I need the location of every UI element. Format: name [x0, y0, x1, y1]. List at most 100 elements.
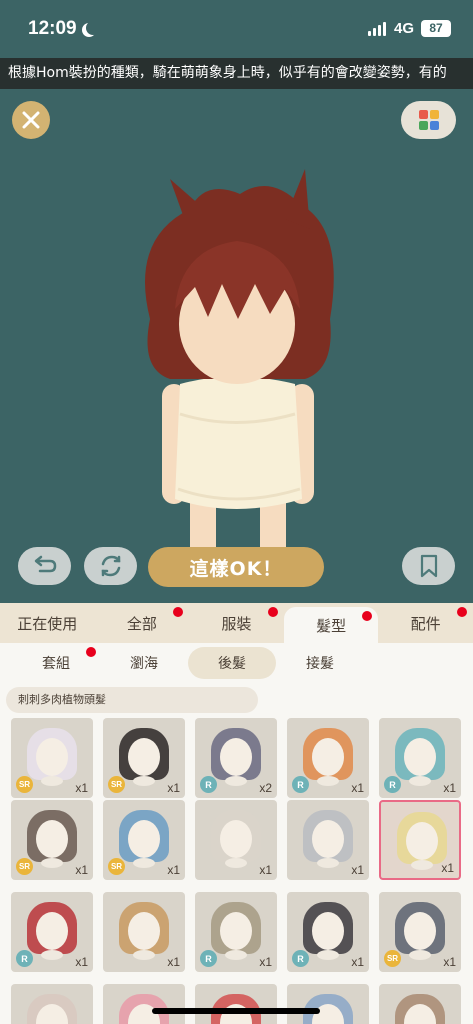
mannequin-stand	[41, 858, 63, 868]
bookmark-button[interactable]	[402, 547, 455, 585]
mannequin-head	[36, 820, 68, 858]
subtab-label: 瀏海	[130, 656, 158, 672]
tab-accessories[interactable]: 配件	[378, 603, 473, 643]
item-quantity: x1	[443, 781, 456, 795]
rarity-badge: R	[16, 950, 33, 967]
hair-item[interactable]: x1	[103, 892, 185, 972]
hair-item[interactable]: Rx2	[195, 718, 277, 798]
subtab-set[interactable]: 套組	[12, 647, 100, 679]
rarity-badge: R	[292, 776, 309, 793]
hair-item[interactable]: SR x1	[11, 718, 93, 798]
mannequin-stand	[133, 776, 155, 786]
bookmark-icon	[420, 554, 437, 578]
rotate-button[interactable]	[84, 547, 137, 585]
notification-dot	[86, 647, 96, 657]
mannequin-stand	[317, 858, 339, 868]
hair-item[interactable]	[11, 984, 93, 1024]
subtab-back-hair[interactable]: 後髮	[188, 647, 276, 679]
hair-item[interactable]: SR x1	[103, 800, 185, 880]
hair-item[interactable]: Rx1	[287, 892, 369, 972]
item-quantity: x1	[351, 781, 364, 795]
avatar-character	[145, 169, 334, 579]
mannequin-stand	[225, 776, 247, 786]
mannequin-stand	[317, 776, 339, 786]
hair-item[interactable]: x1	[195, 800, 277, 880]
mannequin-stand	[411, 860, 433, 870]
item-quantity: x1	[259, 863, 272, 877]
rarity-badge: R	[200, 950, 217, 967]
home-indicator[interactable]	[152, 1008, 320, 1014]
hair-item[interactable]: x1	[287, 800, 369, 880]
rarity-badge: SR	[108, 858, 125, 875]
notification-dot	[456, 607, 467, 617]
item-quantity: x1	[259, 955, 272, 969]
hair-item[interactable]: Rx1	[11, 892, 93, 972]
item-quantity: x1	[75, 955, 88, 969]
subtab-label: 套組	[42, 656, 70, 672]
hair-item[interactable]: Rx1	[379, 718, 461, 798]
tip-ticker: 根據Hom裝扮的種類，騎在萌萌象身上時，似乎有的會改變姿勢，有的	[0, 58, 473, 89]
avatar-preview: 這樣OK！	[0, 89, 473, 603]
mannequin-head	[404, 738, 436, 776]
item-panel: 刺刺多肉植物頭髮 SR x1 SR x1 Rx2 Rx1 Rx1 SR x1 SR x1 x1 x1 x1…	[0, 683, 473, 1024]
tab-label: 正在使用	[17, 614, 78, 633]
mannequin-stand	[317, 950, 339, 960]
item-quantity: x1	[443, 955, 456, 969]
mannequin-head	[404, 912, 436, 950]
mannequin-stand	[133, 950, 155, 960]
hair-item[interactable]: Rx1	[195, 892, 277, 972]
item-quantity: x1	[351, 863, 364, 877]
subtab-label: 接髮	[306, 656, 334, 672]
item-quantity: x2	[259, 781, 272, 795]
clock: 12:09	[28, 18, 77, 39]
mannequin-stand	[41, 950, 63, 960]
hair-subtabs: 套組 瀏海 後髮 接髮	[0, 643, 473, 683]
item-quantity: x1	[75, 863, 88, 877]
mannequin-head	[312, 820, 344, 858]
hair-item[interactable]	[287, 984, 369, 1024]
subtab-bangs[interactable]: 瀏海	[100, 647, 188, 679]
notification-dot	[362, 611, 373, 621]
tab-label: 配件	[410, 614, 441, 633]
mannequin-head	[128, 912, 160, 950]
mannequin-stand	[409, 776, 431, 786]
rarity-badge: SR	[16, 858, 33, 875]
close-icon	[22, 111, 40, 129]
subtab-extensions[interactable]: 接髮	[276, 647, 364, 679]
tab-all[interactable]: 全部	[95, 603, 190, 643]
hair-item[interactable]	[103, 984, 185, 1024]
status-bar: 12:09 4G 87	[0, 0, 473, 58]
item-quantity: x1	[167, 955, 180, 969]
item-quantity: x1	[75, 781, 88, 795]
undo-icon	[34, 555, 56, 573]
tab-hairstyle[interactable]: 髮型	[283, 607, 379, 643]
hair-item[interactable]: SR x1	[103, 718, 185, 798]
tab-label: 服裝	[221, 614, 252, 633]
battery-icon: 87	[421, 20, 451, 37]
selected-item-name: 刺刺多肉植物頭髮	[6, 687, 258, 713]
signal-icon	[368, 22, 386, 36]
subtab-label: 後髮	[218, 656, 246, 672]
hair-item[interactable]	[379, 984, 461, 1024]
undo-button[interactable]	[18, 547, 71, 585]
hair-item[interactable]: x1	[379, 800, 461, 880]
mannequin-stand	[409, 950, 431, 960]
mannequin-head	[220, 820, 252, 858]
mannequin-head	[312, 912, 344, 950]
rarity-badge: R	[384, 776, 401, 793]
rarity-badge: SR	[108, 776, 125, 793]
hair-item[interactable]: SR x1	[379, 892, 461, 972]
tab-clothing[interactable]: 服裝	[189, 603, 284, 643]
hair-item[interactable]: Rx1	[287, 718, 369, 798]
mannequin-stand	[225, 858, 247, 868]
notification-dot	[173, 607, 184, 617]
hair-item[interactable]: SR x1	[11, 800, 93, 880]
rotate-icon	[101, 555, 120, 577]
mannequin-head	[128, 738, 160, 776]
confirm-ok-button[interactable]: 這樣OK！	[148, 547, 324, 587]
color-grid-button[interactable]	[401, 101, 456, 139]
hair-item[interactable]	[195, 984, 277, 1024]
close-button[interactable]	[12, 101, 50, 139]
category-tabs: 正在使用 全部 服裝 髮型 配件	[0, 603, 473, 643]
tab-in-use[interactable]: 正在使用	[0, 603, 95, 643]
